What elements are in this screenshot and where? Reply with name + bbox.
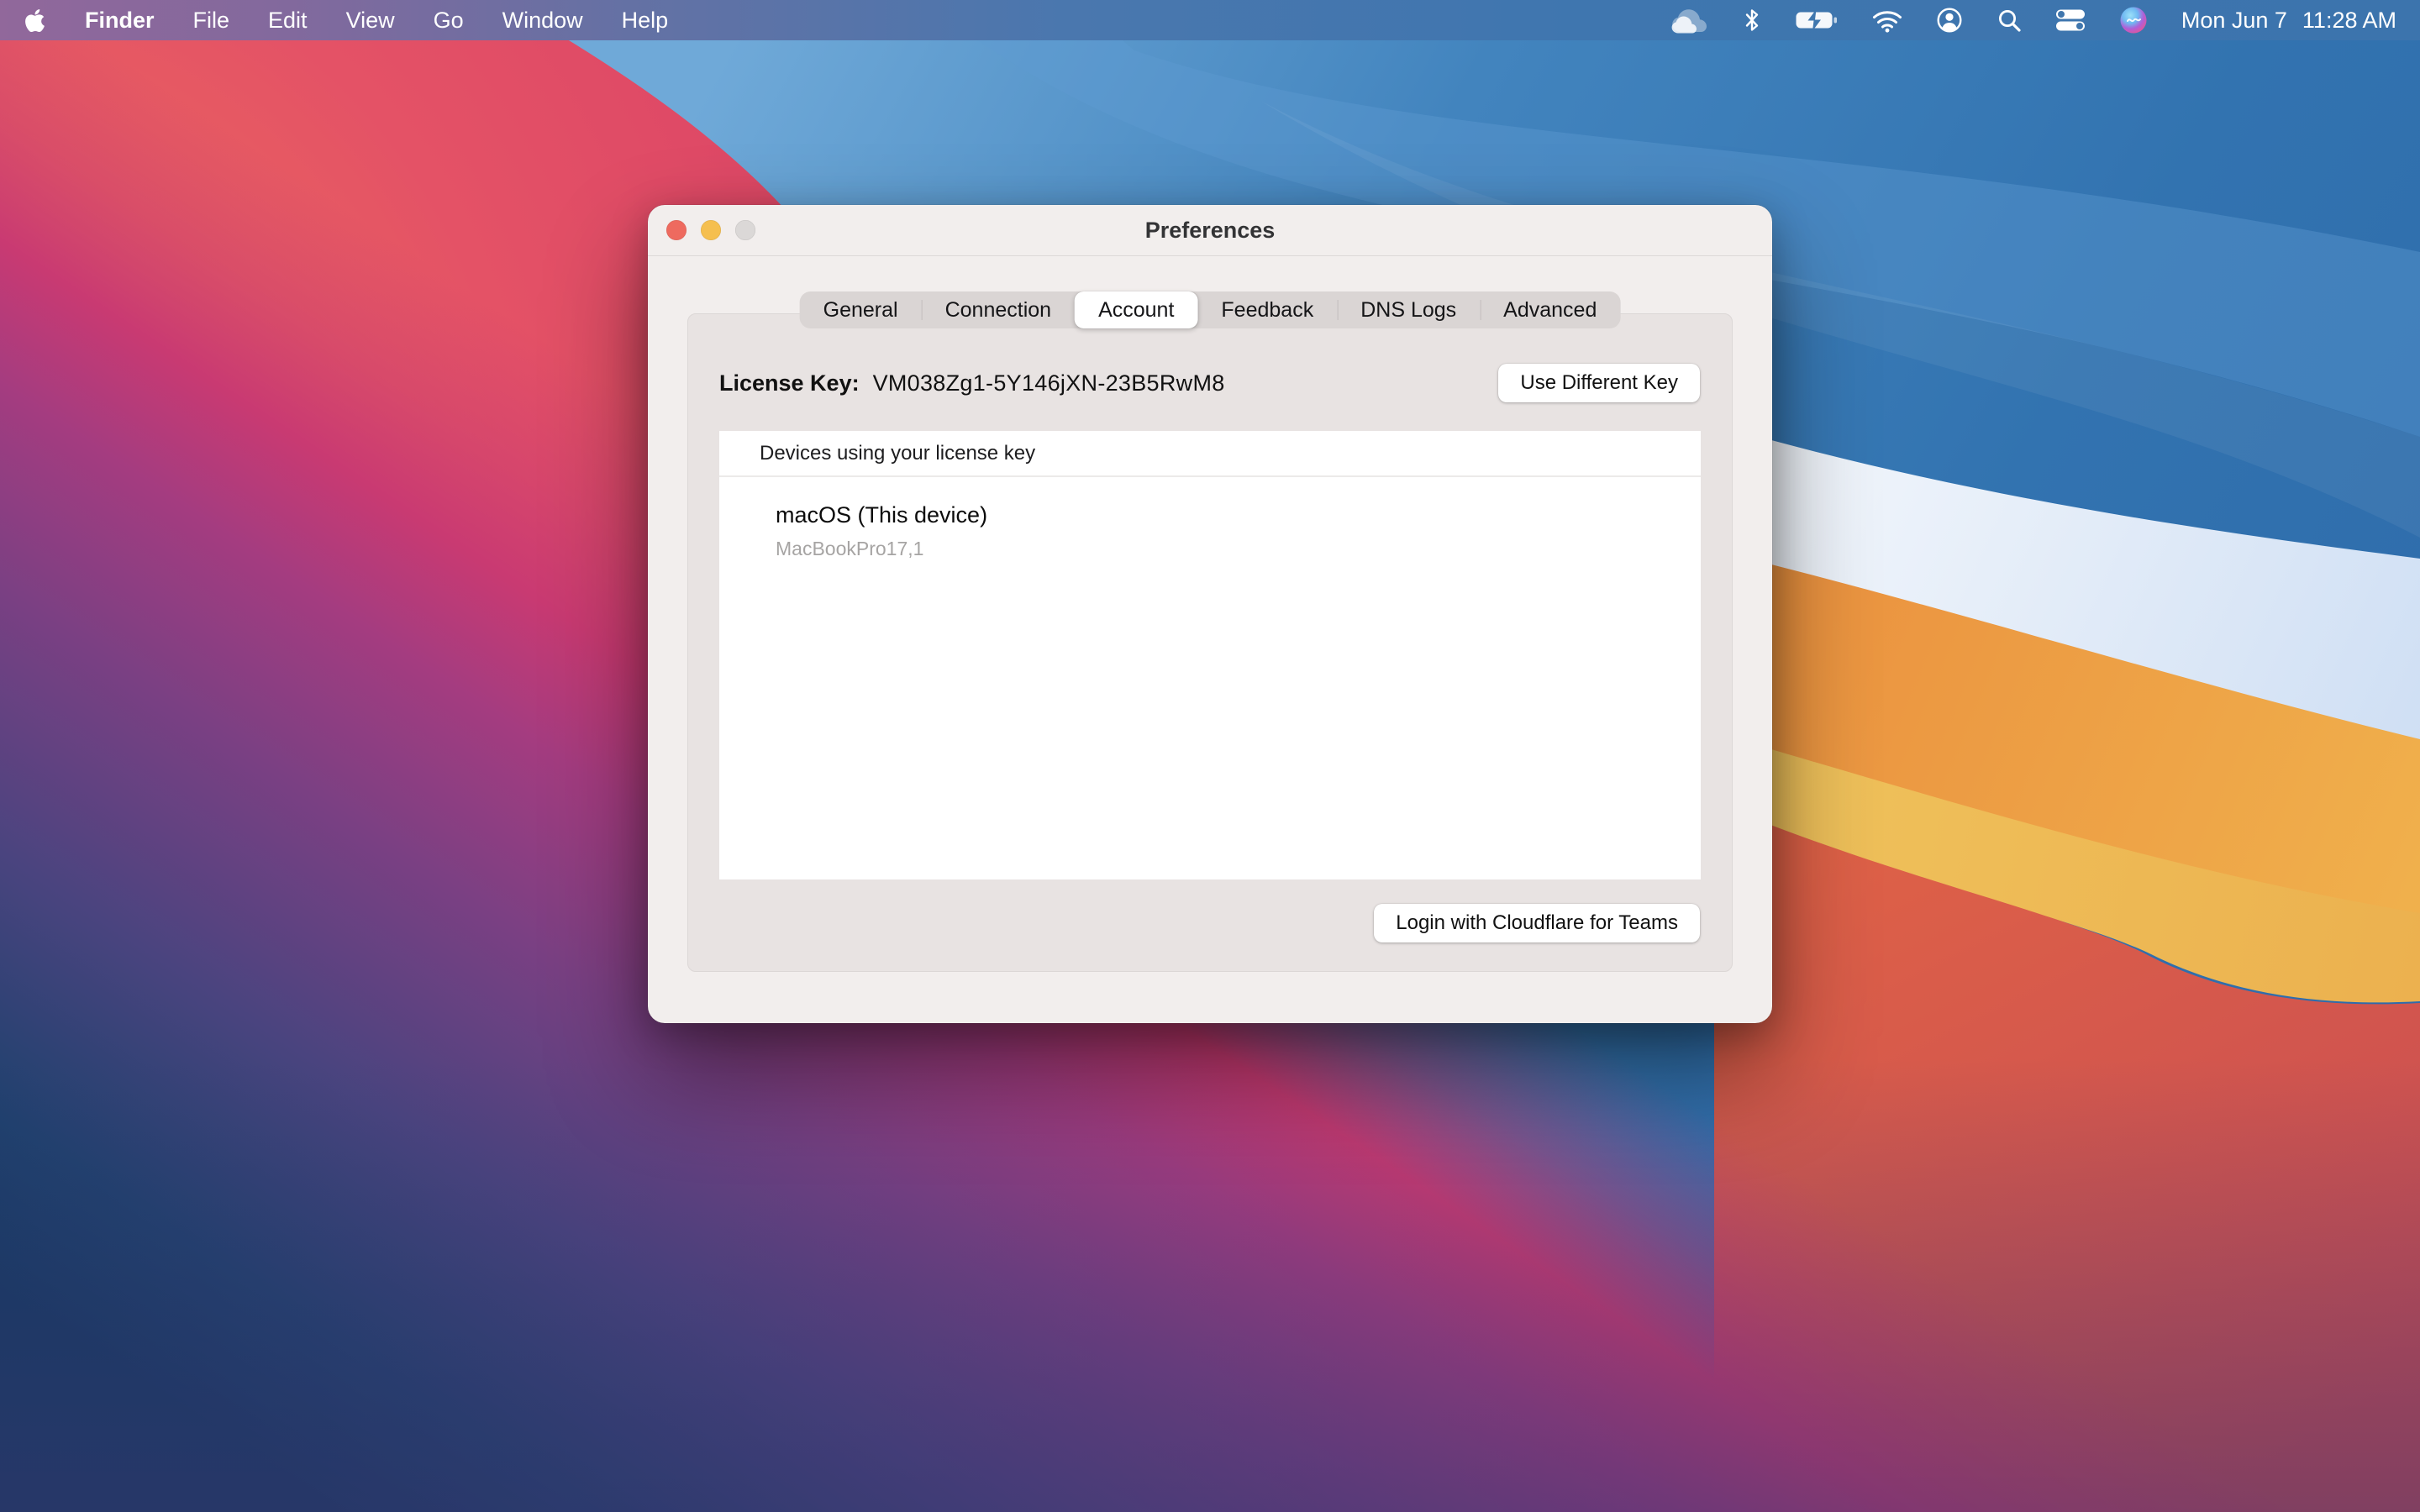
tab-general[interactable]: General (800, 291, 922, 328)
menu-bar-clock[interactable]: Mon Jun 7 11:28 AM (2181, 8, 2396, 34)
license-key-label: License Key: (719, 370, 860, 396)
menu-item-window[interactable]: Window (502, 8, 583, 34)
window-title: Preferences (1145, 218, 1276, 244)
tab-bar: General Connection Account Feedback DNS … (800, 291, 1621, 328)
device-model: MacBookPro17,1 (776, 538, 1701, 560)
spotlight-search-icon (1996, 8, 2022, 33)
time-label: 11:28 AM (2302, 8, 2396, 34)
device-name: macOS (This device) (776, 502, 1701, 528)
devices-table: Devices using your license key macOS (Th… (719, 431, 1701, 879)
app-menu-title[interactable]: Finder (85, 8, 155, 34)
battery-charging-icon (1795, 8, 1839, 32)
device-row: macOS (This device) MacBookPro17,1 (719, 477, 1701, 560)
tab-advanced[interactable]: Advanced (1480, 291, 1620, 328)
tab-account[interactable]: Account (1075, 291, 1197, 328)
minimize-button[interactable] (701, 220, 721, 240)
menu-item-help[interactable]: Help (622, 8, 669, 34)
menu-item-edit[interactable]: Edit (268, 8, 308, 34)
apple-icon (24, 8, 46, 34)
window-titlebar[interactable]: Preferences (648, 205, 1772, 256)
apple-menu[interactable] (24, 8, 46, 34)
date-label: Mon Jun 7 (2181, 8, 2287, 34)
cloudflare-cloud-icon (1669, 7, 1709, 34)
login-cloudflare-teams-button[interactable]: Login with Cloudflare for Teams (1374, 904, 1700, 942)
menu-item-file[interactable]: File (193, 8, 230, 34)
wifi-icon (1872, 8, 1902, 33)
bluetooth-icon (1743, 7, 1761, 34)
wifi-status-item[interactable] (1872, 8, 1902, 33)
zoom-button-disabled (735, 220, 755, 240)
desktop: Finder File Edit View Go Window Help (0, 0, 2420, 1512)
tab-connection[interactable]: Connection (922, 291, 1075, 328)
battery-status-item[interactable] (1795, 8, 1839, 32)
spotlight-status-item[interactable] (1996, 8, 2022, 33)
traffic-lights (666, 205, 755, 255)
license-key-value: VM038Zg1-5Y146jXN-23B5RwM8 (873, 370, 1225, 396)
menu-item-view[interactable]: View (346, 8, 395, 34)
siri-icon (2119, 6, 2148, 34)
bluetooth-status-item[interactable] (1743, 7, 1761, 34)
control-center-icon (2055, 8, 2086, 32)
user-icon (1936, 7, 1963, 34)
menu-item-go[interactable]: Go (434, 8, 464, 34)
cloudflare-status-item[interactable] (1669, 7, 1709, 34)
tab-feedback[interactable]: Feedback (1197, 291, 1337, 328)
menu-bar: Finder File Edit View Go Window Help (0, 0, 2420, 40)
use-different-key-button[interactable]: Use Different Key (1498, 364, 1700, 402)
control-center-status-item[interactable] (2055, 8, 2086, 32)
preferences-window: Preferences General Connection Account F… (648, 205, 1772, 1023)
tab-dns-logs[interactable]: DNS Logs (1337, 291, 1480, 328)
user-status-item[interactable] (1936, 7, 1963, 34)
siri-status-item[interactable] (2119, 6, 2148, 34)
account-tab-panel: License Key: VM038Zg1-5Y146jXN-23B5RwM8 … (687, 313, 1733, 972)
license-key-row: License Key: VM038Zg1-5Y146jXN-23B5RwM8 … (719, 364, 1700, 402)
close-button[interactable] (666, 220, 687, 240)
devices-table-header: Devices using your license key (719, 431, 1701, 477)
